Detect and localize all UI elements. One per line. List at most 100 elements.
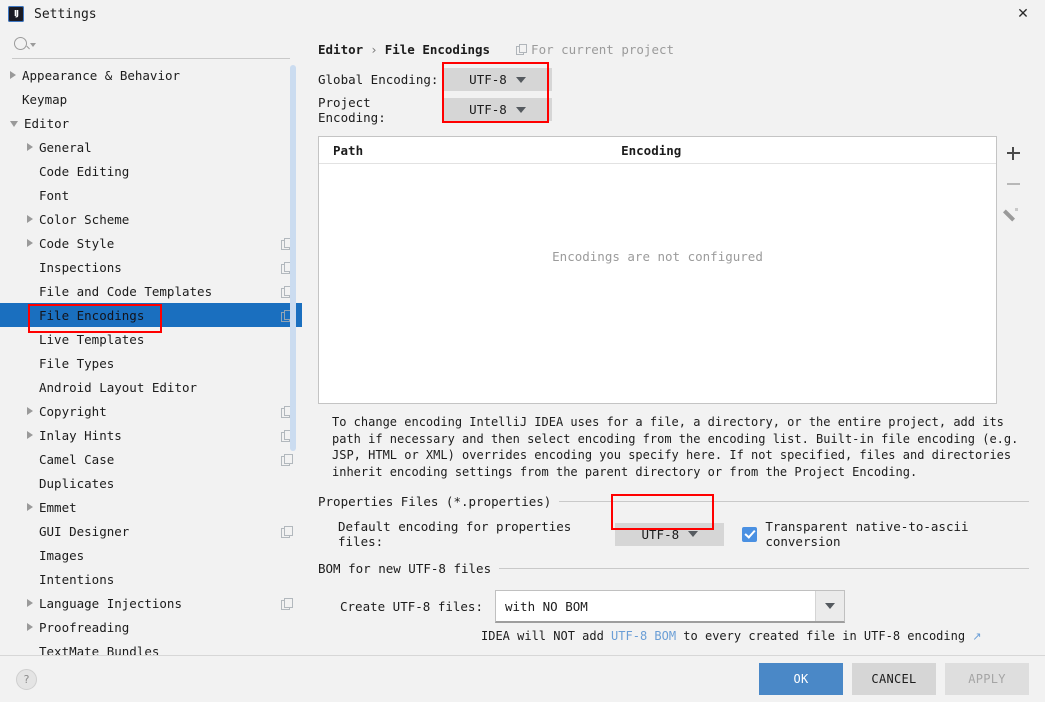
copy-icon [516, 44, 528, 55]
project-encoding-value: UTF-8 [469, 102, 507, 117]
sidebar-item-file-types[interactable]: File Types [0, 351, 302, 375]
global-encoding-dropdown[interactable]: UTF-8 [443, 68, 552, 91]
sidebar-item-font[interactable]: Font [0, 183, 302, 207]
native-to-ascii-checkbox[interactable] [742, 526, 758, 542]
settings-tree: Appearance & Behavior Keymap Editor General… [0, 59, 302, 655]
sidebar-item-duplicates[interactable]: Duplicates [0, 471, 302, 495]
properties-encoding-dropdown[interactable]: UTF-8 [615, 522, 725, 546]
chevron-right-icon[interactable] [27, 143, 33, 151]
chevron-down-icon [825, 603, 835, 609]
sidebar-item-inlay-hints[interactable]: Inlay Hints [0, 423, 302, 447]
sidebar-item-code-style[interactable]: Code Style [0, 231, 302, 255]
sidebar-item-textmate-bundles[interactable]: TextMate Bundles [0, 639, 302, 656]
sidebar-item-inspections[interactable]: Inspections [0, 255, 302, 279]
sidebar-item-images[interactable]: Images [0, 543, 302, 567]
search-input[interactable] [42, 31, 290, 55]
sidebar-item-label: Editor [24, 115, 70, 131]
sidebar-item-appearance-behavior[interactable]: Appearance & Behavior [0, 63, 302, 87]
chevron-right-icon[interactable] [27, 503, 33, 511]
chevron-down-icon[interactable] [10, 121, 18, 127]
title-bar: Settings ✕ [0, 0, 1045, 28]
breadcrumb: Editor › File Encodings For current proj… [318, 40, 1029, 58]
chevron-right-icon[interactable] [27, 623, 33, 631]
sidebar-item-label: Font [39, 187, 70, 203]
chevron-right-icon[interactable] [27, 407, 33, 415]
sidebar-item-keymap[interactable]: Keymap [0, 87, 302, 111]
column-header-path[interactable]: Path [333, 143, 363, 158]
properties-encoding-row: Default encoding for properties files: U… [338, 519, 1029, 549]
global-encoding-label: Global Encoding: [318, 72, 439, 87]
remove-encoding-button[interactable] [1002, 174, 1024, 194]
sidebar-item-copyright[interactable]: Copyright [0, 399, 302, 423]
sidebar-item-file-and-code-templates[interactable]: File and Code Templates [0, 279, 302, 303]
window-title: Settings [34, 6, 97, 22]
sidebar-item-proofreading[interactable]: Proofreading [0, 615, 302, 639]
close-icon[interactable]: ✕ [1009, 4, 1037, 24]
column-header-encoding[interactable]: Encoding [621, 143, 681, 158]
chevron-down-icon [688, 531, 699, 537]
chevron-right-icon[interactable] [27, 215, 33, 223]
chevron-right-icon[interactable] [27, 431, 33, 439]
search-icon [14, 36, 36, 50]
sidebar-item-editor[interactable]: Editor [0, 111, 302, 135]
bom-create-select[interactable]: with NO BOM [495, 590, 845, 623]
properties-encoding-value: UTF-8 [641, 526, 680, 542]
sidebar-item-label: File and Code Templates [39, 283, 213, 299]
sidebar-item-live-templates[interactable]: Live Templates [0, 327, 302, 351]
sidebar-item-file-encodings[interactable]: File Encodings [0, 303, 302, 327]
project-encoding-label: Project Encoding: [318, 94, 386, 125]
sidebar-scrollbar[interactable] [290, 65, 296, 649]
settings-dialog: Settings ✕ Appearance & Behavior Keymap Ed… [0, 0, 1045, 702]
sidebar-item-code-editing[interactable]: Code Editing [0, 159, 302, 183]
sidebar-item-label: General [39, 139, 92, 155]
sidebar-item-label: Copyright [39, 403, 107, 419]
encodings-table[interactable]: Path Encoding Encodings are not configur… [318, 136, 997, 404]
chevron-right-icon[interactable] [27, 239, 33, 247]
sidebar-item-color-scheme[interactable]: Color Scheme [0, 207, 302, 231]
encoding-rows: Global Encoding: UTF-8 Project Encoding:… [318, 68, 1029, 128]
sidebar-item-label: Code Style [39, 235, 115, 251]
cancel-button[interactable]: CANCEL [852, 663, 936, 695]
sidebar-item-label: Keymap [22, 91, 68, 107]
sidebar-item-language-injections[interactable]: Language Injections [0, 591, 302, 615]
plus-icon [1006, 146, 1020, 160]
table-empty-message: Encodings are not configured [552, 249, 763, 264]
sidebar-item-general[interactable]: General [0, 135, 302, 159]
properties-section-header: Properties Files (*.properties) [318, 494, 1029, 509]
project-encoding-row: Project Encoding: UTF-8 [318, 95, 1029, 125]
chevron-right-icon[interactable] [10, 71, 16, 79]
breadcrumb-parent[interactable]: Editor [318, 42, 363, 57]
settings-content: Editor › File Encodings For current proj… [302, 28, 1045, 655]
breadcrumb-current: File Encodings [384, 41, 491, 57]
sidebar-item-label: File Encodings [39, 307, 145, 323]
dialog-footer: ? OK CANCEL APPLY [0, 655, 1045, 702]
sidebar-item-gui-designer[interactable]: GUI Designer [0, 519, 302, 543]
bom-hint-prefix: IDEA will NOT add [481, 629, 612, 643]
sidebar-item-label: Appearance & Behavior [22, 67, 181, 83]
add-encoding-button[interactable] [1002, 143, 1024, 163]
help-button[interactable]: ? [16, 668, 37, 690]
ok-button[interactable]: OK [759, 663, 843, 695]
bom-hint-link[interactable]: UTF-8 BOM [611, 629, 676, 643]
project-encoding-dropdown[interactable]: UTF-8 [443, 98, 552, 121]
sidebar-item-camel-case[interactable]: Camel Case [0, 447, 302, 471]
pencil-icon [1006, 208, 1020, 222]
sidebar-item-label: Camel Case [39, 451, 115, 467]
sidebar-item-android-layout-editor[interactable]: Android Layout Editor [0, 375, 302, 399]
section-divider [499, 568, 1029, 569]
bom-select-arrow-button[interactable] [815, 591, 844, 621]
bom-create-value: with NO BOM [505, 598, 588, 614]
sidebar-item-emmet[interactable]: Emmet [0, 495, 302, 519]
apply-button[interactable]: APPLY [945, 663, 1029, 695]
bom-section-title: BOM for new UTF-8 files [318, 561, 492, 576]
sidebar-scrollbar-thumb[interactable] [290, 65, 296, 451]
sidebar-item-intentions[interactable]: Intentions [0, 567, 302, 591]
section-divider [559, 501, 1029, 502]
scope-note: For current project [516, 42, 674, 57]
sidebar-item-label: Proofreading [39, 619, 130, 635]
edit-encoding-button[interactable] [1002, 205, 1024, 225]
search-field[interactable] [12, 28, 290, 59]
native-to-ascii-checkbox-row[interactable]: Transparent native-to-ascii conversion [742, 519, 1029, 549]
chevron-right-icon[interactable] [27, 599, 33, 607]
bom-hint: IDEA will NOT add UTF-8 BOM to every cre… [481, 629, 1029, 643]
